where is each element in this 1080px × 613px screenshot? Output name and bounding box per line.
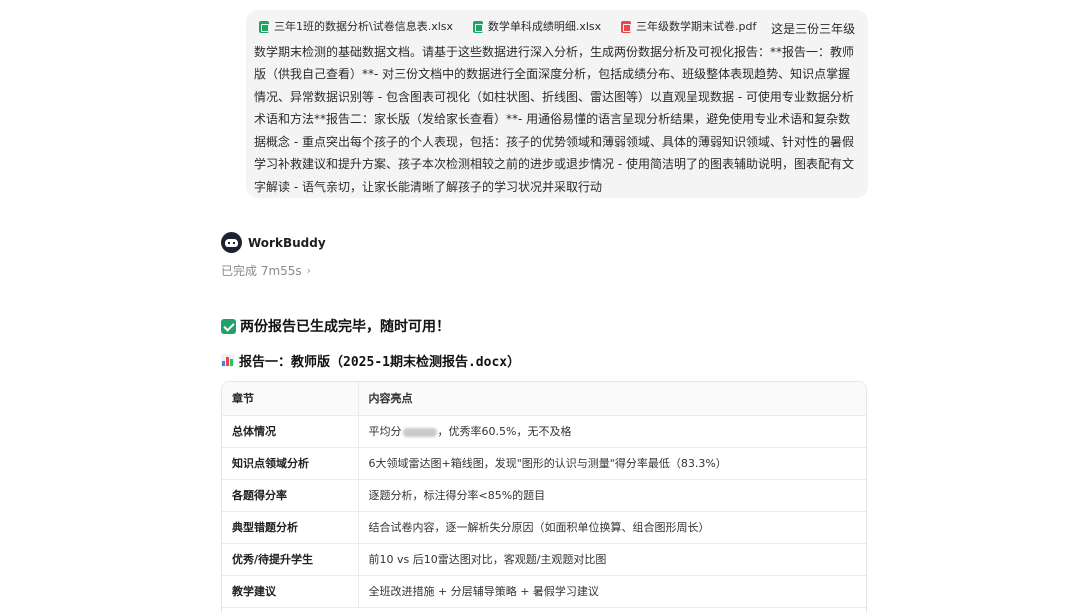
user-message-text: 这是三份三年级数学期末检测的基础数据文档。请基于这些数据进行深入分析，生成两份数… xyxy=(254,22,856,194)
report-one-heading: 报告一：教师版（ 2025-1期末检测报告.docx ） xyxy=(221,351,520,370)
table-row: 教学建议 全班改进措施 + 分层辅导策略 + 暑假学习建议 xyxy=(222,575,866,608)
agent-name: WorkBuddy xyxy=(248,235,326,250)
response-headline: 两份报告已生成完毕，随时可用！ xyxy=(221,316,450,336)
row-section: 优秀/待提升学生 xyxy=(222,543,359,576)
blurred-value xyxy=(402,427,437,437)
attachment-name: 三年级数学期末试卷.pdf xyxy=(635,19,757,33)
attachment-name: 三年1班的数据分析\试卷信息表.xlsx xyxy=(274,19,454,33)
bar-chart-icon xyxy=(221,354,234,367)
highlight-before-text: 平均分 xyxy=(368,425,402,438)
row-section: 总体情况 xyxy=(222,415,359,448)
row-section: 知识点领域分析 xyxy=(222,447,359,480)
task-status-text: 已完成 7m55s xyxy=(221,264,302,278)
table-header-row: 章节 内容亮点 xyxy=(222,382,866,416)
user-message-bubble: 三年1班的数据分析\试卷信息表.xlsx 数学单科成绩明细.xlsx 三年级数学… xyxy=(246,10,868,198)
attachment-chip[interactable]: 数学单科成绩明细.xlsx xyxy=(468,18,606,36)
task-status[interactable]: 已完成 7m55s › xyxy=(221,262,311,279)
chevron-right-icon: › xyxy=(306,264,312,277)
agent-avatar-icon xyxy=(221,232,242,253)
attachment-chip[interactable]: 三年1班的数据分析\试卷信息表.xlsx xyxy=(254,18,458,36)
table-row: 优秀/待提升学生 前10 vs 后10雷达图对比，客观题/主观题对比图 xyxy=(222,543,866,576)
highlight-after-text: ，优秀率60.5%，无不及格 xyxy=(437,425,572,438)
agent-header: WorkBuddy xyxy=(221,232,326,253)
pdf-file-icon xyxy=(620,21,631,33)
row-section: 各题得分率 xyxy=(222,479,359,512)
excel-file-icon xyxy=(259,21,269,33)
table-row: 总体情况 平均分 ，优秀率60.5%，无不及格 xyxy=(222,415,866,448)
column-header-section: 章节 xyxy=(222,382,359,416)
row-highlight: 平均分 ，优秀率60.5%，无不及格 xyxy=(358,415,866,448)
check-mark-icon xyxy=(221,318,236,334)
report-one-prefix: 报告一：教师版（ xyxy=(239,355,344,370)
row-highlight: 前10 vs 后10雷达图对比，客观题/主观题对比图 xyxy=(358,543,866,576)
table-row: 知识点领域分析 6大领域雷达图+箱线图，发现"图形的认识与测量"得分率最低（83… xyxy=(222,447,866,480)
attachment-chip[interactable]: 三年级数学期末试卷.pdf xyxy=(616,18,761,36)
row-highlight: 逐题分析，标注得分率<85%的题目 xyxy=(358,479,866,512)
report-one-filename: 2025-1期末检测报告.docx xyxy=(343,355,508,370)
attachment-name: 数学单科成绩明细.xlsx xyxy=(487,19,602,33)
report-table: 章节 内容亮点 总体情况 平均分 ，优秀率60.5%，无不及格 知识点领域分析 6… xyxy=(221,381,867,613)
row-highlight: 结合试卷内容，逐一解析失分原因（如面积单位换算、组合图形周长） xyxy=(358,511,866,544)
column-header-highlights: 内容亮点 xyxy=(358,382,866,416)
excel-file-icon xyxy=(472,21,483,33)
table-row: 典型错题分析 结合试卷内容，逐一解析失分原因（如面积单位换算、组合图形周长） xyxy=(222,511,866,544)
row-highlight: 6大领域雷达图+箱线图，发现"图形的认识与测量"得分率最低（83.3%） xyxy=(358,447,866,480)
headline-text: 两份报告已生成完毕，随时可用！ xyxy=(240,319,450,335)
table-row: 各题得分率 逐题分析，标注得分率<85%的题目 xyxy=(222,479,866,512)
row-section: 典型错题分析 xyxy=(222,511,359,544)
row-highlight: 全班改进措施 + 分层辅导策略 + 暑假学习建议 xyxy=(358,575,866,608)
report-one-suffix: ） xyxy=(507,355,521,370)
row-section: 教学建议 xyxy=(222,575,359,608)
